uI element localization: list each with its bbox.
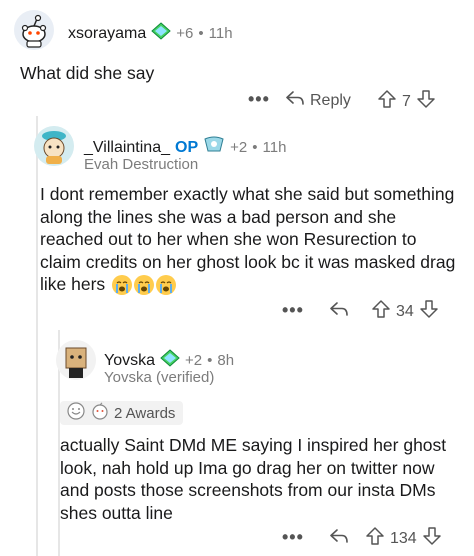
comment-body: actually Saint DMd ME saying I inspired … [60,435,447,523]
avatar[interactable] [34,126,74,166]
reply-icon [330,301,348,322]
reply-button[interactable]: Reply [286,90,351,111]
reply-icon [286,90,304,111]
score-extra: +6 [176,25,194,42]
timestamp: 8h [217,352,235,369]
separator: • [198,25,204,42]
vote-count: 134 [390,529,417,547]
crying-emoji-icon [134,275,155,296]
upvote-icon[interactable] [372,300,390,323]
timestamp: 11h [208,25,233,42]
downvote-icon[interactable] [417,90,435,113]
award-icon [203,136,225,159]
awards-pill[interactable]: 2 Awards [60,401,184,425]
vote-controls: 7 [378,90,435,113]
avatar[interactable] [56,340,96,380]
comment-body: What did she say [20,63,155,83]
vote-count: 7 [402,92,411,110]
user-flair: Evah Destruction [84,156,199,173]
comment-body: I dont remember exactly what she said bu… [40,183,460,296]
username[interactable]: xsorayama [68,25,146,43]
comment-text: I dont remember exactly what she said bu… [40,184,456,294]
downvote-icon[interactable] [420,300,438,323]
crying-emoji-icon [112,275,133,296]
vote-controls: 34 [372,300,438,323]
vote-count: 34 [396,302,414,320]
more-options-button[interactable]: ••• [282,300,304,321]
score-extra: +2 [185,352,203,369]
upvote-icon[interactable] [378,90,396,113]
vote-controls: 134 [366,527,441,550]
op-badge: OP [175,138,199,156]
wholesome-award-icon [66,402,86,424]
reply-label: Reply [310,91,351,109]
diamond-icon [151,22,172,45]
user-flair: Yovska (verified) [104,369,215,386]
crying-emoji-icon [156,275,177,296]
score-extra: +2 [230,139,248,156]
username[interactable]: Yovska [104,352,155,370]
upvote-icon[interactable] [366,527,384,550]
more-options-button[interactable]: ••• [248,89,270,110]
reply-button[interactable] [330,528,348,549]
username[interactable]: _Villaintina_ [84,139,170,157]
comment-header: xsorayama +6 • 11h [68,22,233,45]
thread-line [36,116,38,556]
reply-button[interactable] [330,301,348,322]
helpful-award-icon [90,402,110,424]
timestamp: 11h [262,139,287,156]
reply-icon [330,528,348,549]
awards-label: 2 Awards [114,404,176,422]
more-options-button[interactable]: ••• [282,527,304,548]
avatar[interactable] [14,10,54,50]
separator: • [252,139,258,156]
downvote-icon[interactable] [422,527,441,550]
separator: • [207,352,213,369]
